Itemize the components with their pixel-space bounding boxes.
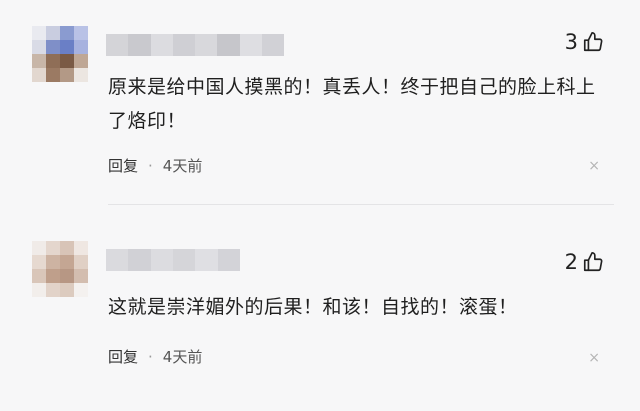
separator-dot: · bbox=[148, 156, 153, 175]
comment-meta: 回复 · 4天前 bbox=[108, 346, 202, 367]
close-icon[interactable]: × bbox=[588, 158, 600, 174]
reply-button[interactable]: 回复 bbox=[108, 346, 138, 367]
comment-text: 原来是给中国人摸黑的！真丢人！终于把自己的脸上科上了烙印！ bbox=[108, 76, 596, 132]
comment-meta: 回复 · 4天前 bbox=[108, 155, 202, 176]
avatar[interactable] bbox=[32, 241, 88, 297]
comment-item: 3 原来是给中国人摸黑的！真丢人！终于把自己的脸上科上了烙印！ 回复 · 4天前… bbox=[0, 0, 640, 205]
close-icon[interactable]: × bbox=[588, 350, 600, 366]
username-blurred[interactable] bbox=[106, 34, 284, 56]
timestamp: 4天前 bbox=[162, 157, 203, 175]
like-count: 3 bbox=[564, 30, 578, 54]
like-count: 2 bbox=[564, 250, 578, 274]
thumbs-up-icon bbox=[583, 252, 603, 272]
like-button[interactable]: 2 bbox=[565, 250, 604, 274]
reply-button[interactable]: 回复 bbox=[108, 155, 138, 176]
comment-text: 这就是崇洋媚外的后果！和该！自找的！滚蛋！ bbox=[108, 296, 518, 318]
like-button[interactable]: 3 bbox=[565, 30, 604, 54]
separator-dot: · bbox=[148, 347, 153, 366]
avatar[interactable] bbox=[32, 26, 88, 82]
timestamp: 4天前 bbox=[162, 348, 203, 366]
username-blurred[interactable] bbox=[106, 249, 240, 271]
comment-item: 2 这就是崇洋媚外的后果！和该！自找的！滚蛋！ 回复 · 4天前 × bbox=[0, 205, 640, 411]
thumbs-up-icon bbox=[583, 32, 603, 52]
